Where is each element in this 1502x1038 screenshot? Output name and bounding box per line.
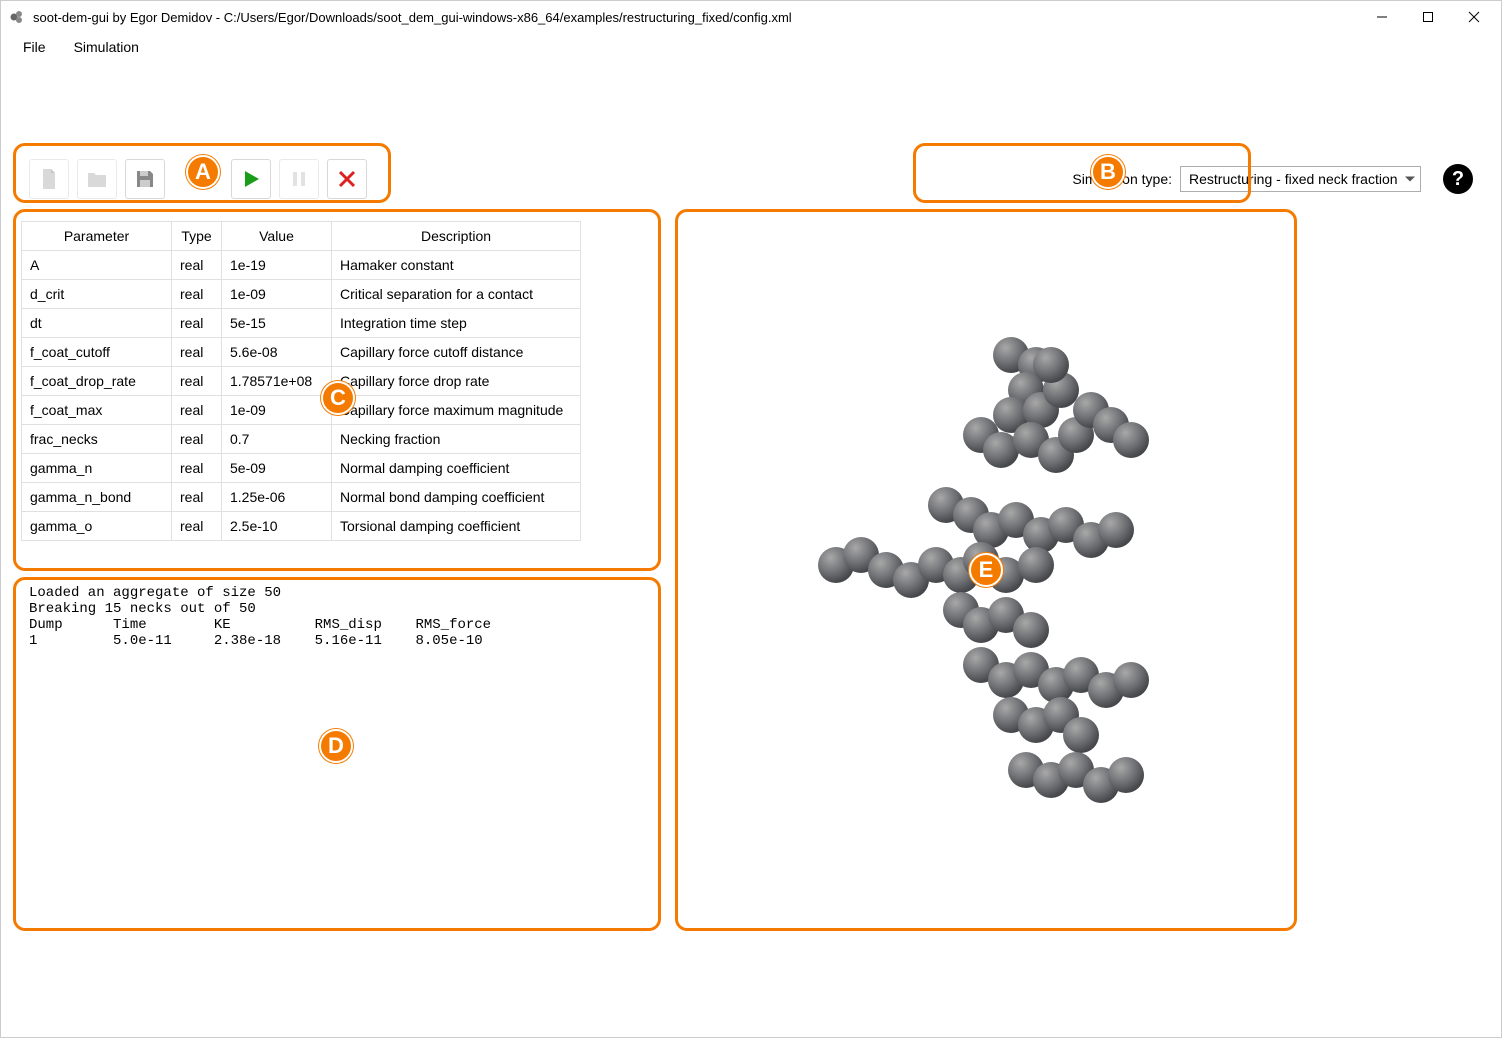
col-description: Description	[332, 222, 581, 251]
cell-description[interactable]: Capillary force drop rate	[332, 367, 581, 396]
col-value: Value	[222, 222, 332, 251]
cell-parameter[interactable]: dt	[22, 309, 172, 338]
menubar: File Simulation	[1, 33, 1501, 61]
badge-b: B	[1091, 155, 1125, 189]
table-row[interactable]: gamma_oreal2.5e-10Torsional damping coef…	[22, 512, 581, 541]
cell-type[interactable]: real	[172, 338, 222, 367]
cell-parameter[interactable]: f_coat_cutoff	[22, 338, 172, 367]
badge-c: C	[321, 381, 355, 415]
cell-description[interactable]: Necking fraction	[332, 425, 581, 454]
cell-value[interactable]: 1e-09	[222, 280, 332, 309]
cell-parameter[interactable]: f_coat_drop_rate	[22, 367, 172, 396]
badge-a: A	[186, 155, 220, 189]
col-type: Type	[172, 222, 222, 251]
cell-type[interactable]: real	[172, 251, 222, 280]
cell-parameter[interactable]: gamma_n	[22, 454, 172, 483]
cell-type[interactable]: real	[172, 425, 222, 454]
app-icon	[9, 9, 25, 25]
help-button[interactable]: ?	[1443, 164, 1473, 194]
cell-type[interactable]: real	[172, 454, 222, 483]
cell-value[interactable]: 0.7	[222, 425, 332, 454]
window-title: soot-dem-gui by Egor Demidov - C:/Users/…	[33, 10, 1359, 25]
pause-button[interactable]	[279, 159, 319, 199]
cell-type[interactable]: real	[172, 309, 222, 338]
cell-parameter[interactable]: gamma_n_bond	[22, 483, 172, 512]
cell-type[interactable]: real	[172, 280, 222, 309]
cell-type[interactable]: real	[172, 367, 222, 396]
cell-description[interactable]: Hamaker constant	[332, 251, 581, 280]
menu-file[interactable]: File	[9, 35, 60, 59]
badge-e: E	[969, 553, 1003, 587]
cell-parameter[interactable]: f_coat_max	[22, 396, 172, 425]
cell-type[interactable]: real	[172, 512, 222, 541]
window-controls	[1359, 1, 1497, 33]
cell-description[interactable]: Normal damping coefficient	[332, 454, 581, 483]
stop-button[interactable]	[327, 159, 367, 199]
cell-parameter[interactable]: A	[22, 251, 172, 280]
cell-parameter[interactable]: d_crit	[22, 280, 172, 309]
cell-description[interactable]: Capillary force maximum magnitude	[332, 396, 581, 425]
cell-type[interactable]: real	[172, 396, 222, 425]
table-row[interactable]: frac_necksreal0.7Necking fraction	[22, 425, 581, 454]
cell-value[interactable]: 1e-09	[222, 396, 332, 425]
cell-value[interactable]: 2.5e-10	[222, 512, 332, 541]
cell-parameter[interactable]: gamma_o	[22, 512, 172, 541]
titlebar: soot-dem-gui by Egor Demidov - C:/Users/…	[1, 1, 1501, 33]
col-parameter: Parameter	[22, 222, 172, 251]
simulation-type-select[interactable]: Restructuring - fixed neck fraction	[1180, 166, 1421, 192]
table-header-row: Parameter Type Value Description	[22, 222, 581, 251]
table-row[interactable]: gamma_nreal5e-09Normal damping coefficie…	[22, 454, 581, 483]
cell-description[interactable]: Integration time step	[332, 309, 581, 338]
cell-value[interactable]: 5e-09	[222, 454, 332, 483]
cell-value[interactable]: 5.6e-08	[222, 338, 332, 367]
save-button[interactable]	[125, 159, 165, 199]
cell-description[interactable]: Capillary force cutoff distance	[332, 338, 581, 367]
minimize-button[interactable]	[1359, 1, 1405, 33]
cell-description[interactable]: Critical separation for a contact	[332, 280, 581, 309]
cell-value[interactable]: 5e-15	[222, 309, 332, 338]
open-folder-button[interactable]	[77, 159, 117, 199]
table-row[interactable]: f_coat_drop_ratereal1.78571e+08Capillary…	[22, 367, 581, 396]
maximize-button[interactable]	[1405, 1, 1451, 33]
badge-d: D	[319, 729, 353, 763]
table-row[interactable]: gamma_n_bondreal1.25e-06Normal bond damp…	[22, 483, 581, 512]
play-button[interactable]	[231, 159, 271, 199]
table-row[interactable]: Areal1e-19Hamaker constant	[22, 251, 581, 280]
cell-description[interactable]: Torsional damping coefficient	[332, 512, 581, 541]
cell-value[interactable]: 1.25e-06	[222, 483, 332, 512]
menu-simulation[interactable]: Simulation	[60, 35, 153, 59]
cell-type[interactable]: real	[172, 483, 222, 512]
table-row[interactable]: dtreal5e-15Integration time step	[22, 309, 581, 338]
cell-description[interactable]: Normal bond damping coefficient	[332, 483, 581, 512]
table-row[interactable]: d_critreal1e-09Critical separation for a…	[22, 280, 581, 309]
table-row[interactable]: f_coat_cutoffreal5.6e-08Capillary force …	[22, 338, 581, 367]
content-area: Simulation type: Restructuring - fixed n…	[1, 61, 1501, 1037]
cell-value[interactable]: 1e-19	[222, 251, 332, 280]
close-button[interactable]	[1451, 1, 1497, 33]
new-file-button[interactable]	[29, 159, 69, 199]
toolbar: Simulation type: Restructuring - fixed n…	[29, 149, 1473, 209]
cell-value[interactable]: 1.78571e+08	[222, 367, 332, 396]
table-row[interactable]: f_coat_maxreal1e-09Capillary force maxim…	[22, 396, 581, 425]
cell-parameter[interactable]: frac_necks	[22, 425, 172, 454]
parameter-table[interactable]: Parameter Type Value Description Areal1e…	[21, 221, 581, 541]
